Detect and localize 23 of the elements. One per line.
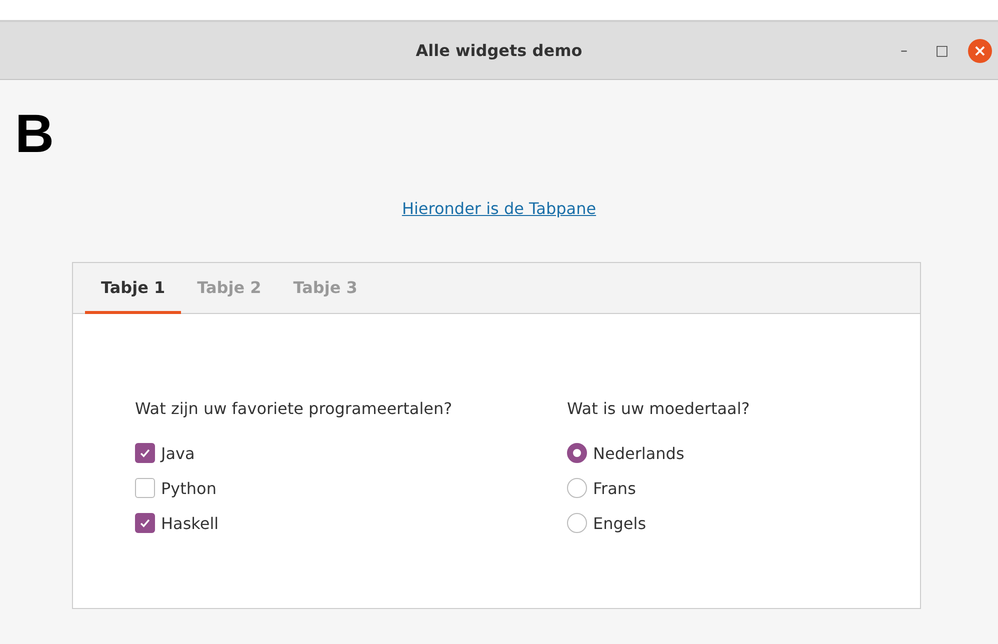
tab[interactable]: Tabje 1: [85, 263, 182, 314]
checkbox-label: Python: [161, 478, 216, 498]
checkbox-label: Haskell: [161, 514, 219, 532]
checkbox[interactable]: [135, 478, 155, 498]
window-title: Alle widgets demo: [416, 41, 582, 60]
tab[interactable]: Tabje 3: [277, 263, 374, 314]
radio-label: Nederlands: [593, 444, 684, 462]
radio-label: Engels: [593, 514, 646, 532]
radio-label: Frans: [593, 478, 636, 498]
question-label: Wat is uw moedertaal?: [567, 399, 750, 418]
tab[interactable]: Tabje 2: [181, 263, 278, 314]
minimize-button[interactable]: –: [892, 38, 916, 62]
checkbox[interactable]: [135, 513, 155, 533]
radio-button[interactable]: [567, 443, 587, 463]
close-button[interactable]: ×: [968, 38, 992, 62]
question-label: Wat zijn uw favoriete programeertalen?: [135, 399, 454, 418]
figure-label: B: [15, 106, 54, 162]
radio-button[interactable]: [567, 513, 587, 533]
maximize-button[interactable]: □: [930, 38, 954, 62]
link[interactable]: Hieronder is de Tabpane: [402, 199, 596, 218]
checkbox-label: Java: [161, 444, 195, 462]
checkbox[interactable]: [135, 443, 155, 463]
radio-button[interactable]: [567, 478, 587, 498]
